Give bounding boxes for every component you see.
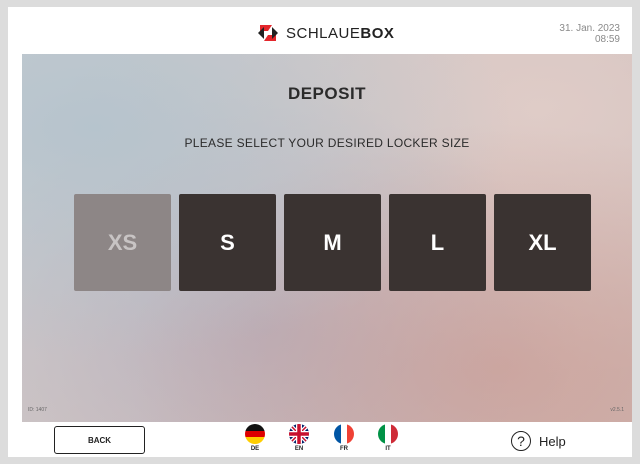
language-fr[interactable]: FR: [329, 422, 359, 457]
italy-flag-icon: [378, 424, 398, 444]
version-label: v2.5.1: [610, 407, 624, 413]
uk-flag-icon: [289, 424, 309, 444]
help-button[interactable]: ? Help: [511, 429, 566, 453]
size-button-s[interactable]: S: [179, 194, 276, 291]
language-en[interactable]: EN: [284, 422, 314, 457]
time-label: 08:59: [594, 34, 620, 45]
language-it[interactable]: IT: [373, 422, 403, 457]
brand-logo: SCHLAUEBOX: [256, 23, 394, 43]
size-button-xs: XS: [74, 194, 171, 291]
locker-size-options: XS S M L XL: [74, 194, 591, 291]
brand-name-light: SCHLAUE: [286, 24, 361, 42]
language-de[interactable]: DE: [240, 422, 270, 457]
page-title: DEPOSIT: [287, 84, 367, 103]
question-mark-icon: ?: [511, 431, 531, 451]
date-label: 31. Jan. 2023: [559, 23, 620, 34]
kiosk-screen: SCHLAUEBOX 31. Jan. 2023 08:59 DEPOSIT P…: [8, 7, 632, 457]
datetime: 31. Jan. 2023 08:59: [559, 23, 620, 45]
help-label: Help: [539, 433, 566, 449]
france-flag-icon: [334, 424, 354, 444]
header: SCHLAUEBOX 31. Jan. 2023 08:59: [8, 7, 632, 54]
size-button-l[interactable]: L: [389, 194, 486, 291]
brand-name: SCHLAUEBOX: [286, 25, 394, 42]
terminal-id: ID: 1407: [28, 407, 47, 413]
language-code: EN: [294, 446, 304, 452]
size-button-m[interactable]: M: [284, 194, 381, 291]
brand-name-bold: BOX: [360, 24, 395, 42]
main-panel: DEPOSIT PLEASE SELECT YOUR DESIRED LOCKE…: [22, 54, 632, 422]
size-button-xl[interactable]: XL: [494, 194, 591, 291]
language-code: IT: [385, 446, 391, 452]
footer: BACK DE EN FR IT ? Help: [8, 422, 632, 457]
schlauebox-logo-icon: [258, 25, 278, 41]
language-code: FR: [340, 446, 348, 452]
language-code: DE: [250, 446, 260, 452]
page-subtitle: PLEASE SELECT YOUR DESIRED LOCKER SIZE: [184, 136, 470, 150]
back-button[interactable]: BACK: [54, 426, 145, 454]
germany-flag-icon: [245, 424, 265, 444]
